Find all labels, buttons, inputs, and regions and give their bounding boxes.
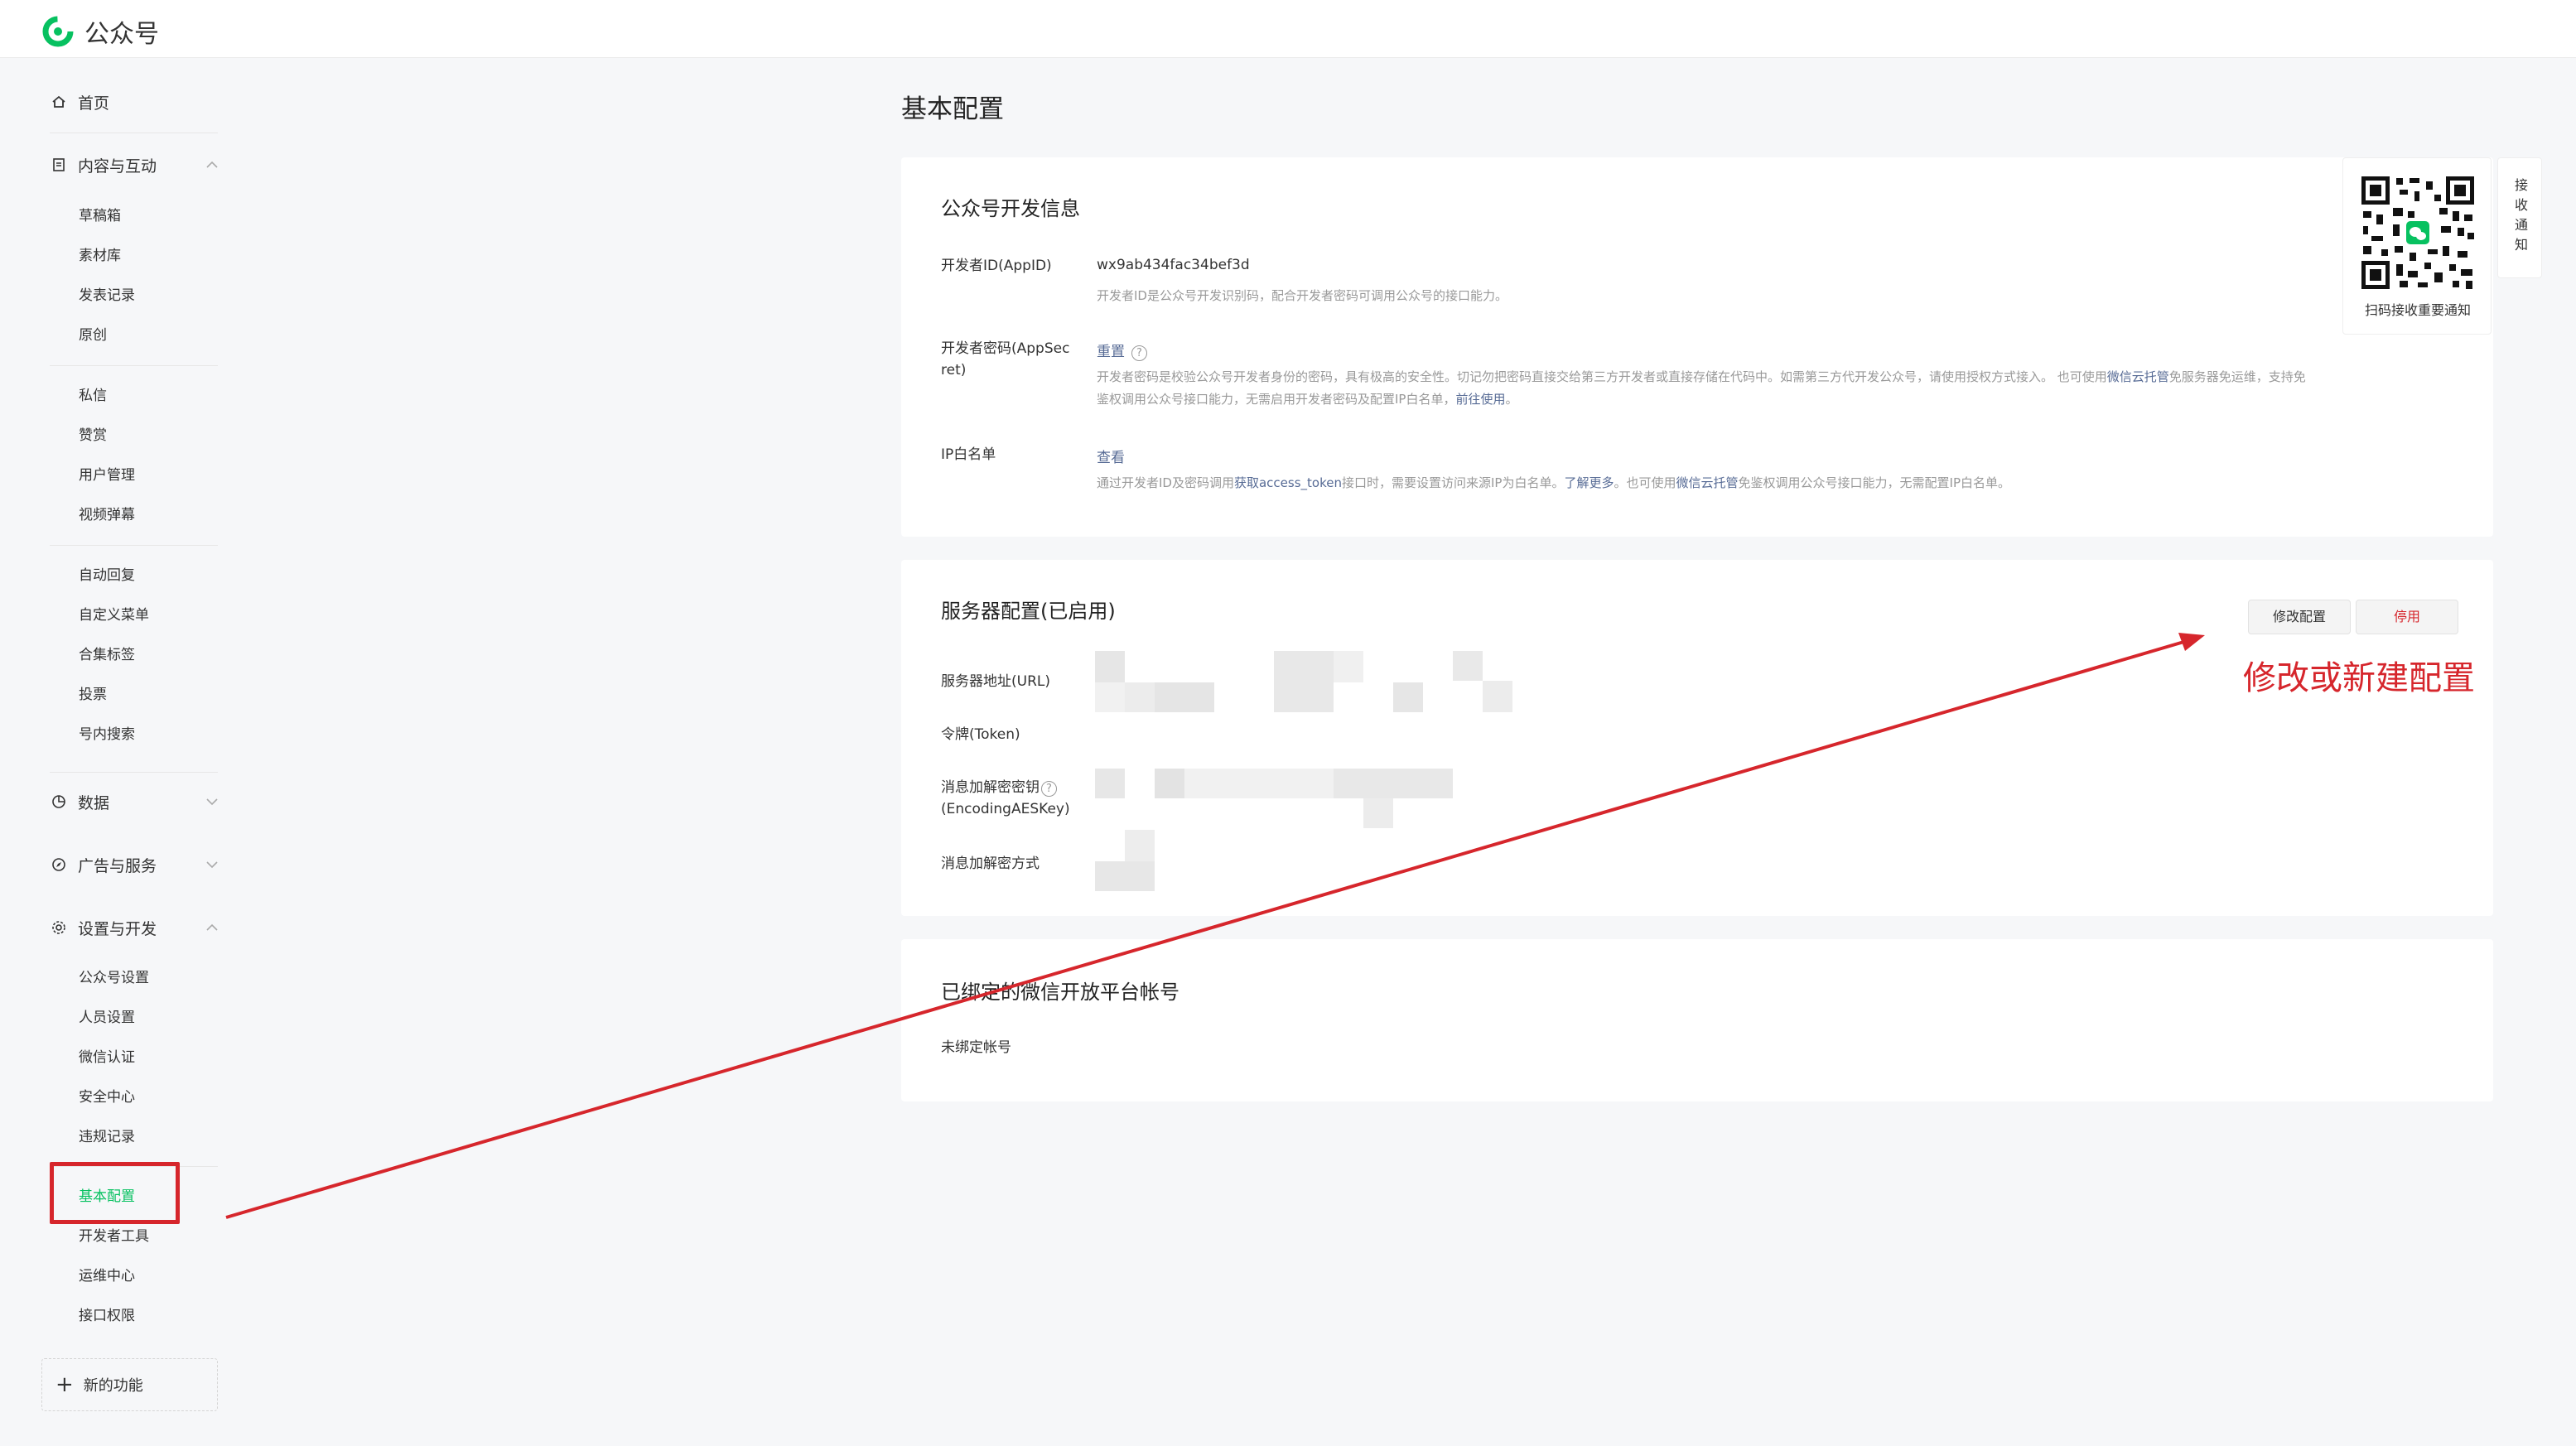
annotation-arrow <box>225 633 2205 1219</box>
annotation-text: 修改或新建配置 <box>2243 659 2475 697</box>
